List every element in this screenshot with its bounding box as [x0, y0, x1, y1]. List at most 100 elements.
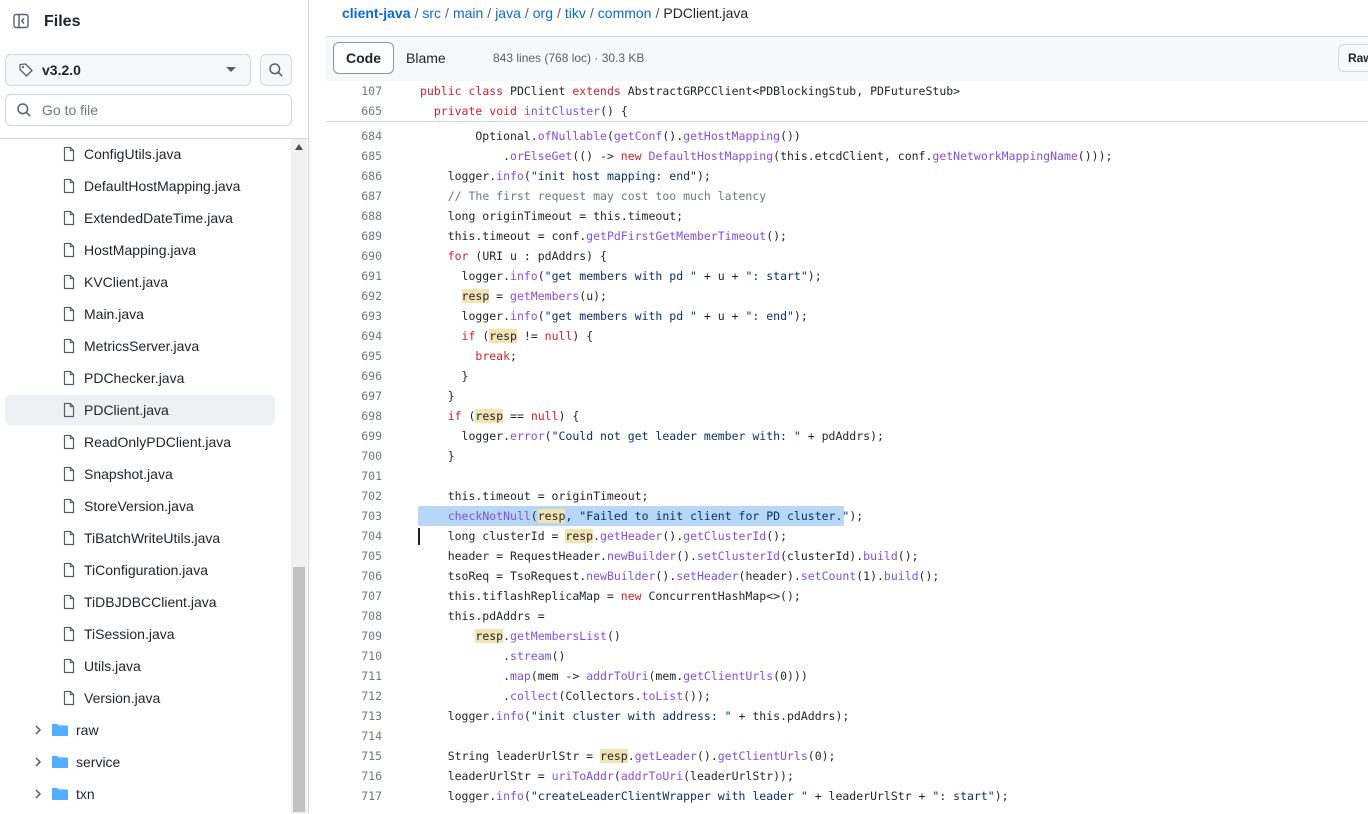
tree-file-item[interactable]: TiBatchWriteUtils.java	[5, 523, 275, 553]
code-line[interactable]: 701	[326, 466, 1368, 486]
tree-file-item[interactable]: TiDBJDBCClient.java	[5, 587, 275, 617]
breadcrumb-link[interactable]: tikv	[565, 5, 586, 21]
code-line[interactable]: 698 if (resp == null) {	[326, 406, 1368, 426]
line-number[interactable]: 704	[326, 529, 382, 543]
code-line[interactable]: 716 leaderUrlStr = uriToAddr(addrToUri(l…	[326, 766, 1368, 786]
tree-file-item[interactable]: PDChecker.java	[5, 363, 275, 393]
code-line[interactable]: 694 if (resp != null) {	[326, 326, 1368, 346]
line-number[interactable]: 709	[326, 629, 382, 643]
code-line[interactable]: 700 }	[326, 446, 1368, 466]
collapse-sidebar-button[interactable]	[6, 6, 36, 36]
line-number[interactable]: 702	[326, 489, 382, 503]
tree-folder-item[interactable]: txn	[5, 779, 275, 809]
tree-file-item[interactable]: TiSession.java	[5, 619, 275, 649]
tree-file-item[interactable]: ExtendedDateTime.java	[5, 203, 275, 233]
line-number[interactable]: 695	[326, 349, 382, 363]
code-line[interactable]: 695 break;	[326, 346, 1368, 366]
tree-file-item[interactable]: MetricsServer.java	[5, 331, 275, 361]
code-line[interactable]: 709 resp.getMembersList()	[326, 626, 1368, 646]
code-view-button[interactable]: Code	[333, 42, 394, 74]
line-number[interactable]: 707	[326, 589, 382, 603]
code-line[interactable]: 717 logger.info("createLeaderClientWrapp…	[326, 786, 1368, 806]
tree-file-item[interactable]: Snapshot.java	[5, 459, 275, 489]
code-line[interactable]: 685 .orElseGet(() -> new DefaultHostMapp…	[326, 146, 1368, 166]
line-number[interactable]: 701	[326, 469, 382, 483]
line-number[interactable]: 698	[326, 409, 382, 423]
code-line[interactable]: 699 logger.error("Could not get leader m…	[326, 426, 1368, 446]
breadcrumb-link[interactable]: common	[598, 5, 652, 21]
code-line[interactable]: 713 logger.info("init cluster with addre…	[326, 706, 1368, 726]
sidebar-scrollbar[interactable]	[291, 139, 307, 814]
code-line[interactable]: 689 this.timeout = conf.getPdFirstGetMem…	[326, 226, 1368, 246]
code-line[interactable]: 691 logger.info("get members with pd " +…	[326, 266, 1368, 286]
tree-file-item[interactable]: StoreVersion.java	[5, 491, 275, 521]
line-number[interactable]: 717	[326, 789, 382, 803]
sticky-line[interactable]: 107 public class PDClient extends Abstra…	[326, 81, 1368, 101]
line-number[interactable]: 107	[326, 84, 382, 98]
line-number[interactable]: 690	[326, 249, 382, 263]
line-number[interactable]: 696	[326, 369, 382, 383]
code-line[interactable]: 708 this.pdAddrs =	[326, 606, 1368, 626]
tree-file-item[interactable]: Main.java	[5, 299, 275, 329]
code-view[interactable]: 684 Optional.ofNullable(getConf().getHos…	[326, 121, 1368, 814]
code-line[interactable]: 688 long originTimeout = this.timeout;	[326, 206, 1368, 226]
line-number[interactable]: 692	[326, 289, 382, 303]
line-number[interactable]: 697	[326, 389, 382, 403]
line-number[interactable]: 706	[326, 569, 382, 583]
line-number[interactable]: 699	[326, 429, 382, 443]
code-line[interactable]: 696 }	[326, 366, 1368, 386]
line-number[interactable]: 691	[326, 269, 382, 283]
blame-view-button[interactable]: Blame	[394, 42, 458, 74]
code-line[interactable]: 711 .map(mem -> addrToUri(mem.getClientU…	[326, 666, 1368, 686]
code-line[interactable]: 715 String leaderUrlStr = resp.getLeader…	[326, 746, 1368, 766]
breadcrumb-link[interactable]: src	[422, 5, 441, 21]
tree-file-item[interactable]: HostMapping.java	[5, 235, 275, 265]
code-line[interactable]: 710 .stream()	[326, 646, 1368, 666]
breadcrumb-link[interactable]: java	[495, 5, 521, 21]
breadcrumb-repo-link[interactable]: client-java	[342, 5, 410, 21]
tree-file-item-selected[interactable]: PDClient.java	[5, 395, 275, 425]
go-to-file-field[interactable]	[5, 94, 292, 126]
line-number[interactable]: 688	[326, 209, 382, 223]
tree-file-item[interactable]: ReadOnlyPDClient.java	[5, 427, 275, 457]
breadcrumb-link[interactable]: org	[533, 5, 553, 21]
code-line[interactable]: 692 resp = getMembers(u);	[326, 286, 1368, 306]
tree-file-item[interactable]: Utils.java	[5, 651, 275, 681]
code-line[interactable]: 712 .collect(Collectors.toList());	[326, 686, 1368, 706]
line-number[interactable]: 686	[326, 169, 382, 183]
code-line[interactable]: 705 header = RequestHeader.newBuilder().…	[326, 546, 1368, 566]
tree-folder-item[interactable]: raw	[5, 715, 275, 745]
code-line[interactable]: 707 this.tiflashReplicaMap = new Concurr…	[326, 586, 1368, 606]
line-number[interactable]: 714	[326, 729, 382, 743]
raw-button[interactable]: Raw	[1338, 44, 1368, 72]
line-number[interactable]: 689	[326, 229, 382, 243]
line-number[interactable]: 685	[326, 149, 382, 163]
code-line[interactable]: 714	[326, 726, 1368, 746]
code-line[interactable]: 706 tsoReq = TsoRequest.newBuilder().set…	[326, 566, 1368, 586]
code-line[interactable]: 686 logger.info("init host mapping: end"…	[326, 166, 1368, 186]
branch-selector[interactable]: v3.2.0	[5, 54, 251, 86]
code-line[interactable]: 704 long clusterId = resp.getHeader().ge…	[326, 526, 1368, 546]
line-number[interactable]: 713	[326, 709, 382, 723]
tree-file-item[interactable]: Version.java	[5, 683, 275, 713]
breadcrumb-link[interactable]: main	[453, 5, 483, 21]
code-line[interactable]: 693 logger.info("get members with pd " +…	[326, 306, 1368, 326]
code-line[interactable]: 690 for (URI u : pdAddrs) {	[326, 246, 1368, 266]
line-number[interactable]: 712	[326, 689, 382, 703]
scroll-up-arrow-icon[interactable]	[295, 144, 303, 150]
line-number[interactable]: 710	[326, 649, 382, 663]
line-number[interactable]: 700	[326, 449, 382, 463]
tree-file-item[interactable]: KVClient.java	[5, 267, 275, 297]
line-number[interactable]: 715	[326, 749, 382, 763]
line-number[interactable]: 684	[326, 129, 382, 143]
tree-file-item[interactable]: TiConfiguration.java	[5, 555, 275, 585]
line-number[interactable]: 705	[326, 549, 382, 563]
scrollbar-thumb[interactable]	[293, 567, 305, 812]
tree-folder-item[interactable]: service	[5, 747, 275, 777]
tree-file-item[interactable]: DefaultHostMapping.java	[5, 171, 275, 201]
sticky-line[interactable]: 665 private void initCluster() {	[326, 101, 1368, 121]
line-number[interactable]: 687	[326, 189, 382, 203]
line-number[interactable]: 716	[326, 769, 382, 783]
line-number[interactable]: 665	[326, 104, 382, 118]
tree-file-item[interactable]: ConfigUtils.java	[5, 139, 275, 169]
